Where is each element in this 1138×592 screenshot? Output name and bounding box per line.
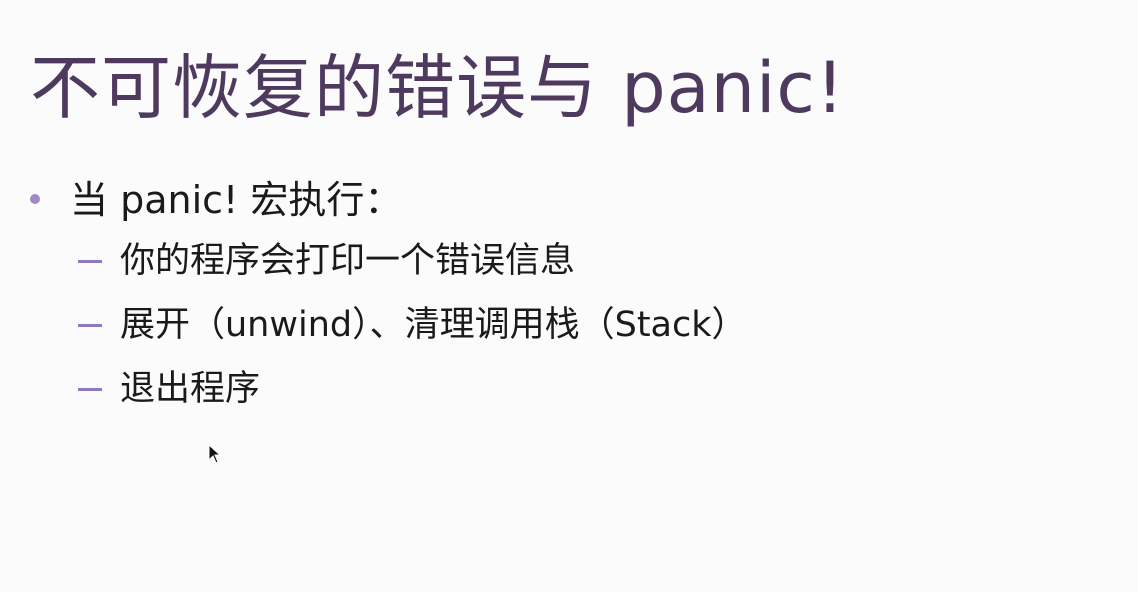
sub-item-text: 退出程序 <box>120 369 261 409</box>
slide-title: 不可恢复的错误与 panic! <box>30 47 845 129</box>
bullet-dot-icon <box>30 194 40 204</box>
mouse-pointer-icon <box>208 444 222 464</box>
sub-item-text: 展开（unwind）、清理调用栈（Stack） <box>120 305 747 345</box>
dash-icon <box>78 260 102 263</box>
slide: 不可恢复的错误与 panic! 当 panic! 宏执行： 你的程序会打印一个错… <box>0 0 1138 592</box>
dash-icon <box>78 388 102 391</box>
bullet-text: 当 panic! 宏执行： <box>70 178 403 222</box>
dash-icon <box>78 324 102 327</box>
sub-item-text: 你的程序会打印一个错误信息 <box>120 241 576 281</box>
